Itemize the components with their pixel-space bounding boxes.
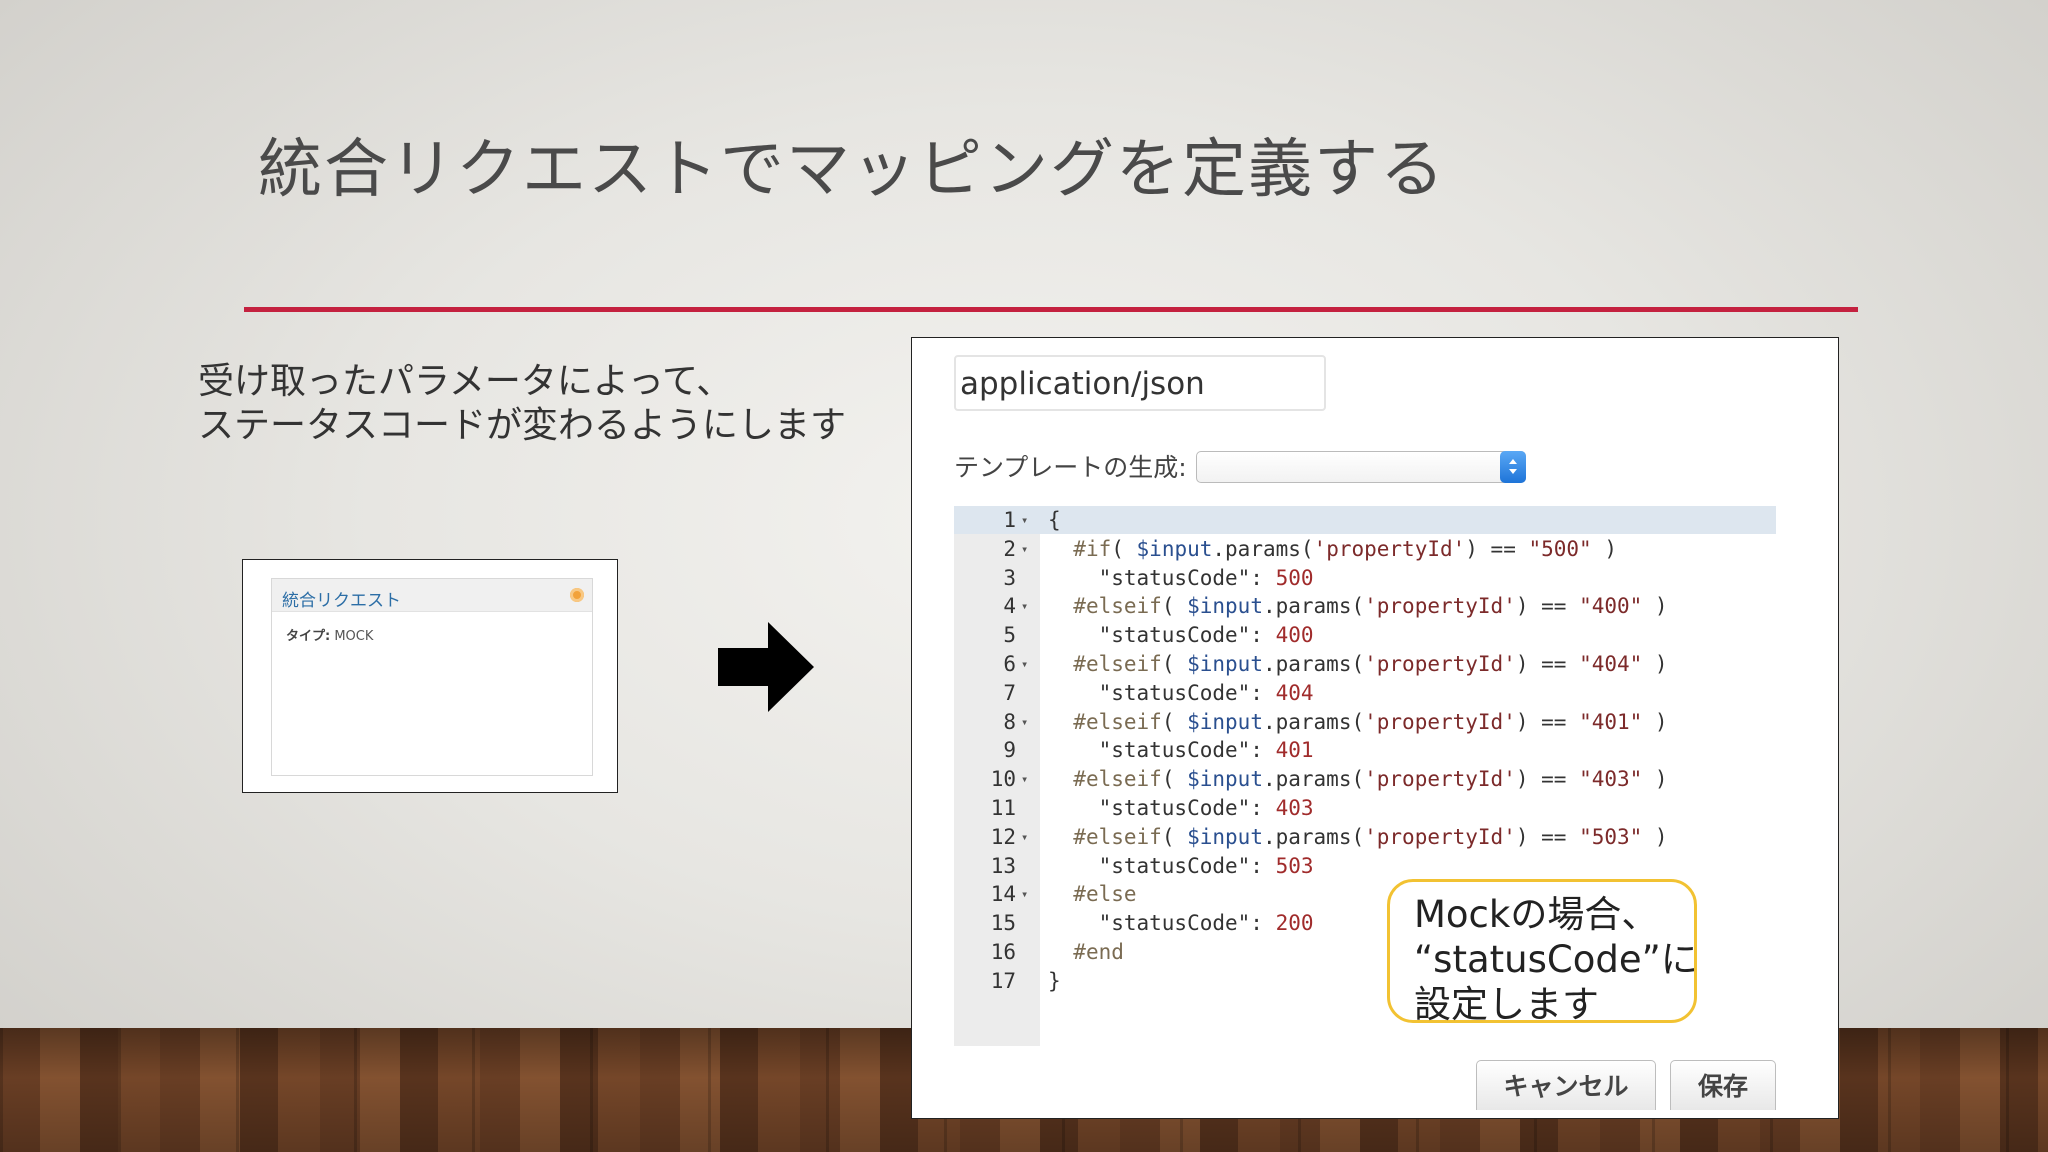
code-line[interactable]: 5 "statusCode": 400 [954, 621, 1776, 650]
integration-type: タイプ: MOCK [286, 625, 373, 644]
code-text: #elseif( $input.params('propertyId') == … [1073, 767, 1668, 792]
code-text: "statusCode": 200 [1048, 911, 1314, 936]
line-number: 12 [990, 824, 1016, 849]
fold-caret-icon[interactable]: ▾ [1021, 650, 1028, 679]
code-text: "statusCode": 400 [1048, 623, 1314, 648]
slide-description: 受け取ったパラメータによって、 ステータスコードが変わるようにします [198, 360, 846, 448]
line-number: 17 [990, 968, 1016, 993]
code-line[interactable]: 6 ▾ #elseif( $input.params('propertyId') … [954, 650, 1776, 679]
callout-line-3: 設定します [1414, 983, 1599, 1026]
line-number: 9 [1003, 738, 1016, 763]
code-text: #end [1073, 939, 1124, 964]
status-dot-icon [570, 588, 584, 602]
line-number: 1 [1003, 508, 1016, 532]
code-text: "statusCode": 500 [1048, 565, 1314, 590]
cancel-button[interactable]: キャンセル [1476, 1060, 1656, 1110]
content-type-field[interactable]: application/json [954, 355, 1326, 411]
title-underline [244, 307, 1858, 312]
line-number: 15 [990, 911, 1016, 936]
code-line[interactable]: 10 ▾ #elseif( $input.params('propertyId')… [954, 765, 1776, 794]
code-line[interactable]: 11 "statusCode": 403 [954, 794, 1776, 823]
select-stepper-icon[interactable] [1500, 451, 1526, 483]
code-line[interactable]: 1 ▾ { [954, 506, 1776, 535]
line-number: 14 [990, 882, 1016, 907]
save-button[interactable]: 保存 [1670, 1060, 1776, 1110]
code-text: #elseif( $input.params('propertyId') == … [1073, 651, 1668, 676]
panel-header-label[interactable]: 統合リクエスト [282, 586, 401, 611]
template-generation-select[interactable] [1196, 451, 1526, 483]
line-number: 7 [1003, 680, 1016, 705]
line-number: 13 [990, 853, 1016, 878]
code-line[interactable]: 13 "statusCode": 503 [954, 852, 1776, 881]
line-number: 11 [990, 795, 1016, 820]
type-value: MOCK [334, 629, 374, 644]
fold-caret-icon[interactable]: ▾ [1021, 592, 1028, 621]
fold-caret-icon[interactable]: ▾ [1021, 880, 1028, 909]
code-text: #else [1073, 882, 1137, 907]
description-line-1: 受け取ったパラメータによって、 [198, 361, 733, 402]
integration-request-panel: 統合リクエスト タイプ: MOCK [271, 578, 593, 776]
code-line[interactable]: 3 "statusCode": 500 [954, 564, 1776, 593]
line-number: 16 [990, 939, 1016, 964]
line-number: 8 [1003, 709, 1016, 734]
code-text: "statusCode": 404 [1048, 680, 1314, 705]
code-line[interactable]: 12 ▾ #elseif( $input.params('propertyId')… [954, 823, 1776, 852]
line-number: 2 [1003, 536, 1016, 561]
template-generation-label: テンプレートの生成: [954, 453, 1187, 482]
code-line[interactable]: 2 ▾ #if( $input.params('propertyId') == "… [954, 535, 1776, 564]
code-text: "statusCode": 503 [1048, 853, 1314, 878]
fold-caret-icon[interactable]: ▾ [1021, 765, 1028, 794]
panel-header: 統合リクエスト [272, 579, 592, 612]
code-line[interactable]: 8 ▾ #elseif( $input.params('propertyId') … [954, 708, 1776, 737]
callout-line-1: Mockの場合、 [1414, 893, 1659, 936]
code-text: #elseif( $input.params('propertyId') == … [1073, 594, 1668, 619]
arrow-right-icon [718, 622, 814, 712]
slide-title: 統合リクエストでマッピングを定義する [258, 133, 1446, 207]
mock-note-callout: Mockの場合、 “statusCode”に 設定します [1387, 879, 1698, 1026]
code-line[interactable]: 4 ▾ #elseif( $input.params('propertyId') … [954, 592, 1776, 621]
integration-request-thumbnail: 統合リクエスト タイプ: MOCK [242, 559, 618, 793]
line-number: 3 [1003, 565, 1016, 590]
type-label: タイプ: [286, 629, 331, 644]
callout-line-2: “statusCode”に [1414, 938, 1698, 981]
line-number: 10 [990, 767, 1016, 792]
fold-caret-icon[interactable]: ▾ [1021, 708, 1028, 737]
code-text: #if( $input.params('propertyId') == "500… [1073, 536, 1617, 561]
code-text: { [1048, 508, 1061, 532]
code-text: "statusCode": 401 [1048, 738, 1314, 763]
mapping-template-dialog: application/json テンプレートの生成: 1 ▾{2 ▾ #if( $… [911, 337, 1839, 1119]
code-text: } [1048, 968, 1061, 993]
line-number: 6 [1003, 651, 1016, 676]
fold-caret-icon[interactable]: ▾ [1021, 823, 1028, 852]
code-text: #elseif( $input.params('propertyId') == … [1073, 709, 1668, 734]
code-text: "statusCode": 403 [1048, 795, 1314, 820]
fold-caret-icon[interactable]: ▾ [1021, 506, 1028, 535]
description-line-2: ステータスコードが変わるようにします [198, 405, 847, 446]
code-text: #elseif( $input.params('propertyId') == … [1073, 824, 1668, 849]
line-number: 4 [1003, 594, 1016, 619]
code-line[interactable]: 9 "statusCode": 401 [954, 736, 1776, 765]
line-number: 5 [1003, 623, 1016, 648]
code-line[interactable]: 7 "statusCode": 404 [954, 679, 1776, 708]
fold-caret-icon[interactable]: ▾ [1021, 535, 1028, 564]
